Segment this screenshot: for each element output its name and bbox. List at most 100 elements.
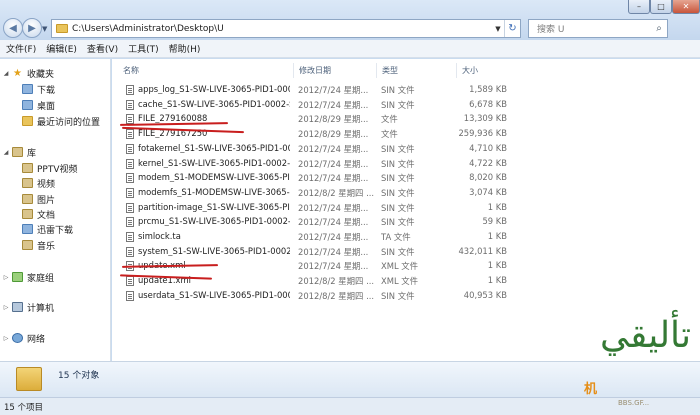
file-row[interactable]: kernel_S1-SW-LIVE-3065-PID1-0002-... 2012… <box>112 157 700 171</box>
documents-library-icon <box>22 209 33 219</box>
pictures-library-icon <box>22 194 33 204</box>
forward-arrow-icon: ▶ <box>28 22 36 34</box>
file-icon <box>126 187 134 198</box>
file-row[interactable]: modemfs_S1-MODEMSW-LIVE-3065-... 2012/8/2… <box>112 186 700 200</box>
nav-computer-label: 计算机 <box>27 303 55 314</box>
nav-libraries[interactable]: ◢ 库 <box>2 145 36 159</box>
address-field[interactable]: C:\Users\Administrator\Desktop\U ▼ ↻ <box>51 19 521 38</box>
nav-item-downloads[interactable]: 下载 <box>22 82 55 96</box>
recent-places-icon <box>22 116 33 126</box>
file-size: 6,678 KB <box>469 98 507 109</box>
expand-icon[interactable]: ▷ <box>2 304 10 311</box>
expand-icon[interactable]: ▷ <box>2 274 10 281</box>
file-row[interactable]: modem_S1-MODEMSW-LIVE-3065-PI... 2012/7/2… <box>112 171 700 185</box>
search-input[interactable]: 搜索 U <box>529 22 651 35</box>
collapse-icon[interactable]: ◢ <box>2 149 10 156</box>
search-box[interactable]: 搜索 U ⌕ <box>528 19 668 38</box>
forward-button[interactable]: ▶ <box>22 18 42 38</box>
nav-computer[interactable]: ▷ 计算机 <box>2 300 54 314</box>
nav-item-videos[interactable]: 视频 <box>22 176 55 190</box>
file-name: prcmu_S1-SW-LIVE-3065-PID1-0002-... <box>138 216 290 227</box>
file-row[interactable]: apps_log_S1-SW-LIVE-3065-PID1-000... 2012… <box>112 83 700 97</box>
file-size: 432,011 KB <box>458 245 507 256</box>
file-name: modem_S1-MODEMSW-LIVE-3065-PI... <box>138 172 290 183</box>
collapse-icon[interactable]: ◢ <box>2 70 10 77</box>
file-name: fotakernel_S1-SW-LIVE-3065-PID1-00... <box>138 142 290 153</box>
menu-edit[interactable]: 编辑(E) <box>46 42 77 55</box>
file-icon <box>126 246 134 257</box>
menu-view[interactable]: 查看(V) <box>87 42 118 55</box>
file-name: cache_S1-SW-LIVE-3065-PID1-0002-S... <box>138 98 290 109</box>
file-icon <box>126 202 134 213</box>
file-row[interactable]: prcmu_S1-SW-LIVE-3065-PID1-0002-... 2012/… <box>112 215 700 229</box>
file-size: 40,953 KB <box>463 289 507 300</box>
back-button[interactable]: ◀ <box>3 18 23 38</box>
video-library-icon <box>22 178 33 188</box>
column-header-date[interactable]: 修改日期 <box>294 63 377 78</box>
nav-libraries-label: 库 <box>27 148 37 159</box>
file-size: 3,074 KB <box>469 186 507 197</box>
file-size: 1 KB <box>487 260 507 271</box>
recent-pages-dropdown[interactable]: ▼ <box>42 25 47 33</box>
address-path[interactable]: C:\Users\Administrator\Desktop\U <box>72 24 492 34</box>
nav-item-label: PPTV视频 <box>37 164 78 175</box>
file-name: system_S1-SW-LIVE-3065-PID1-0002-... <box>138 245 290 256</box>
file-size: 13,309 KB <box>463 113 507 124</box>
menu-help[interactable]: 帮助(H) <box>169 42 201 55</box>
file-size: 1,589 KB <box>469 84 507 94</box>
file-icon <box>126 290 134 301</box>
minimize-button[interactable]: – <box>628 0 650 14</box>
nav-item-label: 视频 <box>37 179 56 190</box>
nav-network-label: 网络 <box>27 334 46 345</box>
file-date: 2012/8/2 星期四 ... <box>298 276 374 287</box>
file-row[interactable]: fotakernel_S1-SW-LIVE-3065-PID1-00... 201… <box>112 142 700 156</box>
file-row[interactable]: system_S1-SW-LIVE-3065-PID1-0002-... 2012… <box>112 245 700 259</box>
file-size: 1 KB <box>487 231 507 241</box>
nav-item-pictures[interactable]: 图片 <box>22 192 55 206</box>
file-row[interactable]: simlock.ta 2012/7/24 星期... TA 文件 1 KB <box>112 230 700 244</box>
nav-favorites[interactable]: ◢ ★ 收藏夹 <box>2 66 54 80</box>
music-library-icon <box>22 240 33 250</box>
file-name: simlock.ta <box>138 231 181 241</box>
refresh-icon[interactable]: ↻ <box>504 20 520 37</box>
column-header-size[interactable]: 大小 <box>457 63 512 78</box>
address-dropdown-icon[interactable]: ▼ <box>492 25 504 33</box>
file-name: apps_log_S1-SW-LIVE-3065-PID1-000... <box>138 84 290 94</box>
file-row[interactable]: update1.xml 2012/8/2 星期四 ... XML 文件 1 KB <box>112 274 700 288</box>
maximize-button[interactable]: □ <box>650 0 672 14</box>
nav-item-thunder[interactable]: 迅雷下载 <box>22 222 73 236</box>
file-row[interactable]: cache_S1-SW-LIVE-3065-PID1-0002-S... 2012… <box>112 98 700 112</box>
nav-item-documents[interactable]: 文档 <box>22 207 55 221</box>
nav-homegroup[interactable]: ▷ 家庭组 <box>2 270 54 284</box>
menu-file[interactable]: 文件(F) <box>6 42 36 55</box>
file-date: 2012/7/24 星期... <box>298 99 369 110</box>
expand-icon[interactable]: ▷ <box>2 335 10 342</box>
file-size: 4,722 KB <box>469 157 507 168</box>
nav-item-label: 桌面 <box>37 101 56 112</box>
file-size: 8,020 KB <box>469 172 507 183</box>
column-header-type[interactable]: 类型 <box>377 63 457 78</box>
file-icon <box>126 276 134 287</box>
network-icon <box>12 333 23 343</box>
nav-item-label: 音乐 <box>37 241 56 252</box>
nav-item-music[interactable]: 音乐 <box>22 238 55 252</box>
file-row[interactable]: userdata_S1-SW-LIVE-3065-PID1-000... 2012… <box>112 289 700 303</box>
file-icon <box>126 129 134 140</box>
file-icon <box>126 99 134 110</box>
nav-item-desktop[interactable]: 桌面 <box>22 98 55 112</box>
menu-tools[interactable]: 工具(T) <box>128 42 159 55</box>
nav-item-recent[interactable]: 最近访问的位置 <box>22 114 100 128</box>
close-button[interactable]: ✕ <box>672 0 700 14</box>
nav-network[interactable]: ▷ 网络 <box>2 331 45 345</box>
column-header-name[interactable]: 名称 <box>118 63 294 78</box>
file-row[interactable]: partition-image_S1-SW-LIVE-3065-PI... 201… <box>112 201 700 215</box>
file-date: 2012/7/24 星期... <box>298 158 369 169</box>
search-icon[interactable]: ⌕ <box>651 23 667 34</box>
download-folder-icon <box>22 84 33 94</box>
status-bar: 15 个项目 <box>0 397 700 415</box>
file-name: partition-image_S1-SW-LIVE-3065-PI... <box>138 201 290 212</box>
homegroup-icon <box>12 272 23 282</box>
nav-item-label: 下载 <box>37 85 56 96</box>
nav-item-pptv[interactable]: PPTV视频 <box>22 161 78 175</box>
star-icon: ★ <box>13 67 22 79</box>
